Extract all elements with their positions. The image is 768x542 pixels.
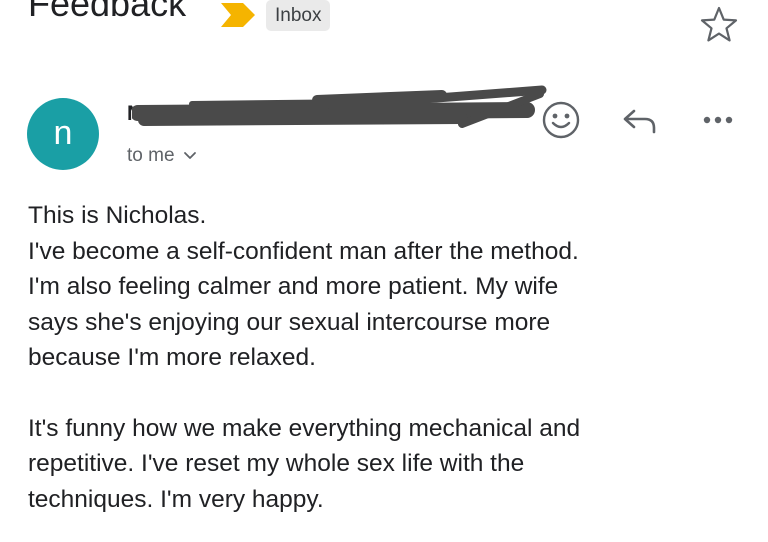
sender-avatar[interactable]: n — [27, 98, 99, 170]
smiley-icon[interactable] — [540, 99, 582, 141]
recipient-toggle[interactable]: to me — [127, 143, 197, 169]
email-view: Feedback Inbox n N to me This is Nichola… — [0, 0, 768, 542]
star-outline-icon[interactable] — [699, 5, 739, 43]
body-line: says she's enjoying our sexual intercour… — [28, 308, 551, 336]
body-line: I've become a self-confident man after t… — [28, 237, 579, 265]
message-body: This is Nicholas. I've become a self-con… — [28, 198, 748, 517]
body-line: because I'm more relaxed. — [28, 344, 316, 371]
body-line: I'm also feeling calmer and more patient… — [28, 273, 559, 300]
body-line: repetitive. I've reset my whole sex life… — [28, 450, 525, 477]
chevron-down-icon — [183, 152, 196, 159]
body-line: This is Nicholas. — [28, 202, 207, 229]
redaction-scribble — [132, 85, 547, 128]
recipient-label: to me — [127, 145, 175, 166]
body-line: techniques. I'm very happy. — [28, 485, 324, 513]
body-line: It's funny how we make everything mechan… — [28, 414, 581, 442]
inbox-label-chip[interactable]: Inbox — [266, 0, 331, 31]
reply-arrow-icon[interactable] — [618, 102, 662, 138]
importance-marker-icon[interactable] — [221, 3, 255, 27]
email-subject: Feedback — [28, 0, 187, 24]
more-horizontal-icon[interactable] — [698, 108, 738, 132]
